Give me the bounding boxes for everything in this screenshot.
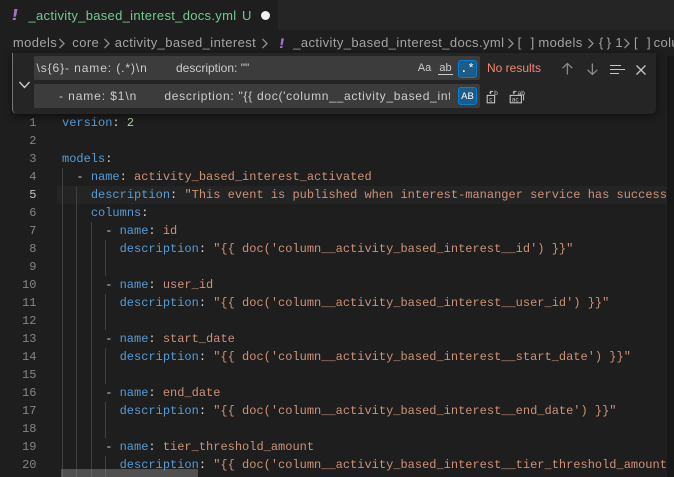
svg-text:ac: ac — [512, 96, 520, 103]
